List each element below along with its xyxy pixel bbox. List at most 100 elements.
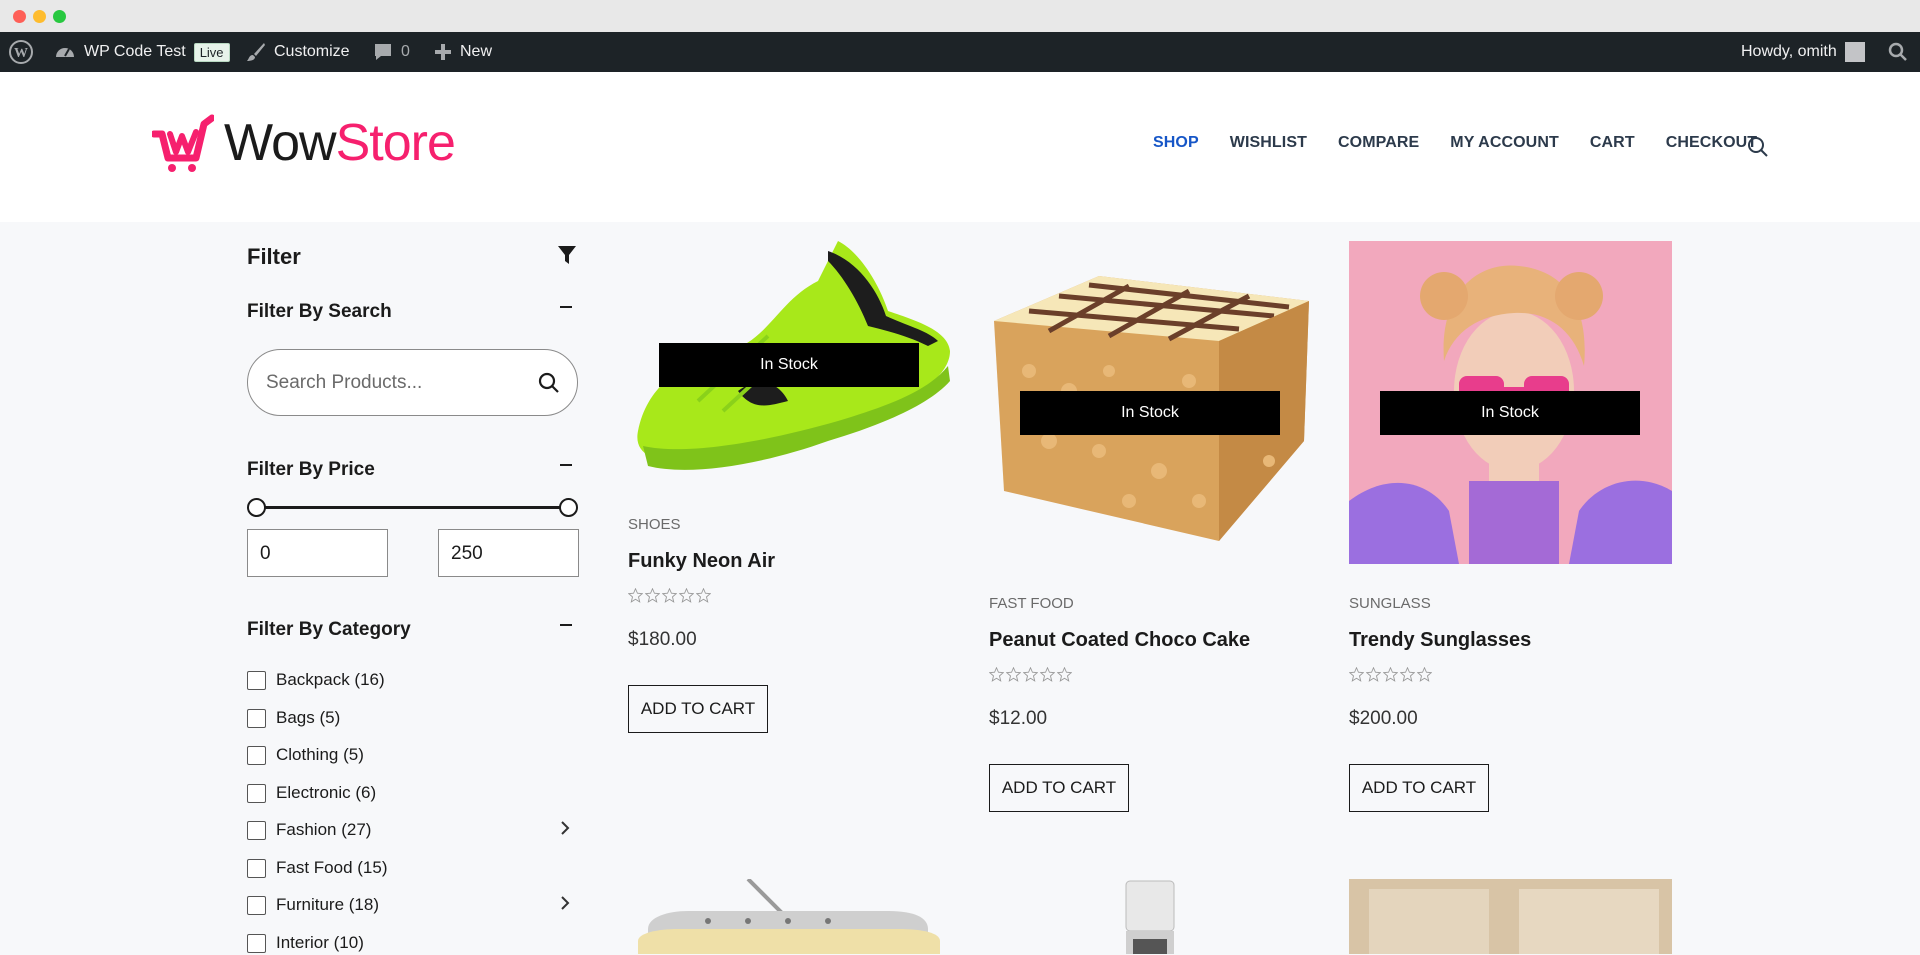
product-name[interactable]: Trendy Sunglasses (1349, 629, 1531, 652)
wordpress-logo-button[interactable]: W (9, 32, 33, 72)
filter-by-category-title: Filter By Category (247, 619, 411, 640)
category-checkbox[interactable] (247, 708, 266, 728)
category-item[interactable]: Bags (5) (247, 706, 340, 730)
admin-search-button[interactable] (1888, 32, 1908, 72)
rating-stars (989, 667, 1072, 682)
filter-title: Filter (247, 244, 301, 269)
plus-icon (435, 44, 451, 60)
category-checkbox[interactable] (247, 933, 266, 953)
add-to-cart-button[interactable]: ADD TO CART (1349, 764, 1489, 812)
site-logo[interactable]: WowStore (152, 112, 456, 174)
add-to-cart-button[interactable]: ADD TO CART (989, 764, 1129, 812)
star-empty-icon (1417, 667, 1432, 682)
category-checkbox[interactable] (247, 820, 266, 840)
product-name[interactable]: Funky Neon Air (628, 550, 775, 573)
product-search-input[interactable] (266, 368, 526, 398)
product-name[interactable]: Peanut Coated Choco Cake (989, 629, 1250, 652)
category-item[interactable]: Fast Food (15) (247, 856, 388, 880)
rating-stars (628, 588, 711, 603)
star-empty-icon (696, 588, 711, 603)
product-search-button[interactable] (538, 372, 560, 399)
product-image-bottle[interactable] (989, 879, 1312, 954)
star-empty-icon (645, 588, 660, 603)
category-checkbox[interactable] (247, 895, 266, 915)
new-label: New (460, 43, 493, 60)
avatar (1844, 42, 1865, 62)
star-empty-icon (679, 588, 694, 603)
price-max-handle[interactable] (559, 498, 578, 517)
close-window-button[interactable] (13, 10, 26, 23)
expand-furniture-button[interactable] (560, 895, 570, 916)
category-item[interactable]: Backpack (16) (247, 668, 385, 692)
new-content-link[interactable]: New (434, 32, 492, 72)
cart-logo-icon (152, 114, 214, 172)
star-empty-icon (1057, 667, 1072, 682)
star-empty-icon (1383, 667, 1398, 682)
my-account-link[interactable]: Howdy, omith (1741, 32, 1865, 72)
chevron-right-icon (561, 896, 570, 910)
product-card (989, 879, 1312, 954)
expand-fashion-button[interactable] (560, 820, 570, 841)
category-label: Fast Food (15) (276, 858, 388, 877)
rating-stars (1349, 667, 1432, 682)
site-header: WowStore SHOP WISHLIST COMPARE MY ACCOUN… (0, 72, 1920, 222)
collapse-search-button[interactable] (560, 306, 572, 308)
star-empty-icon (989, 667, 1004, 682)
category-checkbox[interactable] (247, 745, 266, 765)
star-empty-icon (1349, 667, 1364, 682)
product-price: $180.00 (628, 629, 697, 650)
main-navigation: SHOP WISHLIST COMPARE MY ACCOUNT CART CH… (1153, 134, 1788, 152)
category-label: Fashion (27) (276, 820, 372, 839)
category-item[interactable]: Electronic (6) (247, 781, 376, 805)
product-price: $12.00 (989, 708, 1048, 729)
product-category[interactable]: SHOES (628, 516, 681, 533)
stock-badge: In Stock (1020, 391, 1280, 435)
nav-checkout[interactable]: CHECKOUT (1666, 134, 1757, 152)
stock-badge: In Stock (1380, 391, 1640, 435)
window-titlebar (0, 0, 1920, 32)
price-min-input[interactable]: 0 (247, 529, 388, 577)
collapse-price-button[interactable] (560, 464, 572, 466)
product-image-toaster[interactable] (628, 879, 951, 954)
stock-badge: In Stock (659, 343, 919, 387)
category-item[interactable]: Fashion (27) (247, 818, 371, 842)
minimize-window-button[interactable] (33, 10, 46, 23)
customize-link[interactable]: Customize (246, 32, 350, 72)
nav-shop[interactable]: SHOP (1153, 134, 1199, 152)
site-name-link[interactable]: WP Code Test Live (54, 32, 230, 72)
product-image-interior[interactable] (1349, 879, 1672, 954)
category-item[interactable]: Interior (10) (247, 931, 364, 955)
collapse-category-button[interactable] (560, 624, 572, 626)
price-min-handle[interactable] (247, 498, 266, 517)
maximize-window-button[interactable] (53, 10, 66, 23)
nav-my-account[interactable]: MY ACCOUNT (1450, 134, 1559, 152)
category-checkbox[interactable] (247, 670, 266, 690)
nav-compare[interactable]: COMPARE (1338, 134, 1419, 152)
funnel-icon[interactable] (557, 244, 577, 271)
category-item[interactable]: Furniture (18) (247, 893, 379, 917)
star-empty-icon (1006, 667, 1021, 682)
product-category[interactable]: SUNGLASS (1349, 595, 1431, 612)
nav-cart[interactable]: CART (1590, 134, 1635, 152)
chevron-right-icon (561, 821, 570, 835)
add-to-cart-button[interactable]: ADD TO CART (628, 685, 768, 733)
howdy-text: Howdy, omith (1741, 43, 1837, 60)
nav-wishlist[interactable]: WISHLIST (1230, 134, 1307, 152)
comments-link[interactable]: 0 (373, 32, 410, 72)
category-checkbox[interactable] (247, 783, 266, 803)
price-max-input[interactable]: 250 (438, 529, 579, 577)
star-empty-icon (1040, 667, 1055, 682)
header-search-button[interactable] (1747, 136, 1769, 163)
dashboard-gauge-icon (56, 48, 74, 57)
wordpress-icon: W (9, 40, 33, 64)
customize-label: Customize (274, 43, 350, 60)
price-slider-track[interactable] (257, 506, 569, 509)
product-card (1349, 879, 1672, 954)
product-category[interactable]: FAST FOOD (989, 595, 1074, 612)
comment-bubble-icon (375, 44, 391, 60)
category-item[interactable]: Clothing (5) (247, 743, 364, 767)
category-checkbox[interactable] (247, 858, 266, 878)
svg-text:W: W (14, 46, 28, 61)
star-empty-icon (628, 588, 643, 603)
star-empty-icon (1400, 667, 1415, 682)
